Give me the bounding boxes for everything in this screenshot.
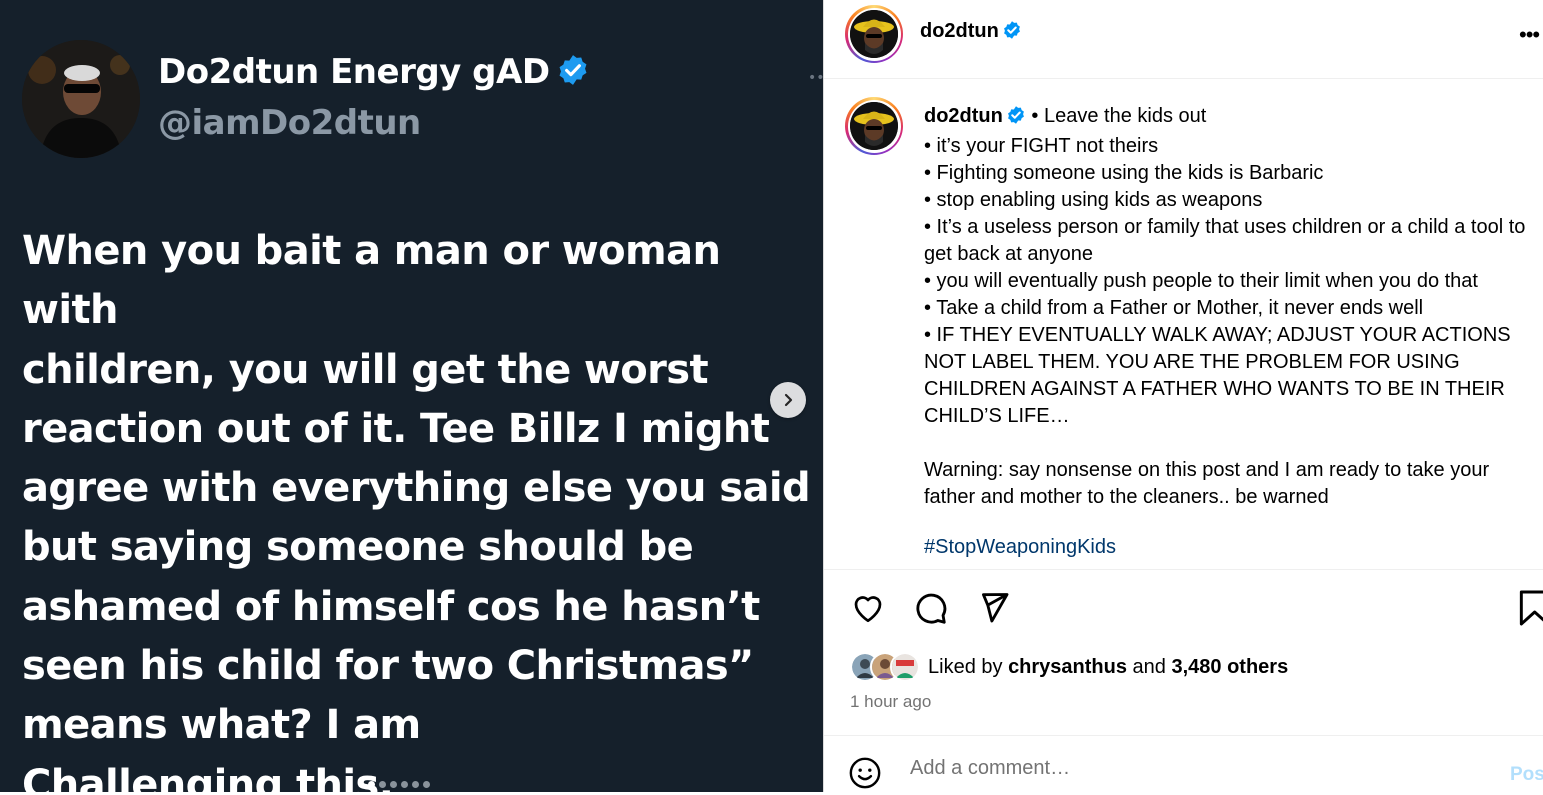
post-header: do2dtun ••• [824, 0, 1543, 79]
liked-by-user-link[interactable]: chrysanthus [1008, 656, 1127, 679]
post-media: Do2dtun Energy gAD @iamDo2dtun •• When y… [0, 0, 823, 792]
post-details-panel: do2dtun ••• do2dtun • Leave the kids out… [823, 0, 1543, 792]
carousel-dot [423, 781, 430, 788]
share-icon [982, 593, 1009, 623]
comment-composer: Post [824, 735, 1543, 793]
caption-username[interactable]: do2dtun [924, 105, 1003, 127]
likes-joiner: and [1127, 655, 1172, 678]
likes-prefix: Liked by [928, 655, 1009, 678]
liker-avatar [890, 652, 920, 682]
media-overflow-dots: •• [808, 70, 823, 86]
tweet-avatar [22, 40, 140, 158]
comment-icon [916, 593, 947, 624]
tweet-handle: @iamDo2dtun [158, 103, 421, 143]
carousel-next-button[interactable] [770, 382, 806, 418]
carousel-indicator [368, 781, 430, 788]
like-button[interactable] [848, 588, 888, 628]
carousel-dot [368, 781, 375, 788]
hashtag-link[interactable]: #StopWeaponingKids [924, 536, 1116, 559]
carousel-dot [379, 781, 386, 788]
post-actions [848, 588, 1012, 628]
carousel-dot [412, 781, 419, 788]
header-avatar[interactable] [845, 5, 903, 63]
verified-badge-icon [1002, 20, 1022, 46]
post-timestamp[interactable]: 1 hour ago [850, 692, 931, 712]
chevron-right-icon [784, 393, 793, 407]
post-caption: do2dtun • Leave the kids out • it’s your… [924, 103, 1534, 511]
verified-badge-icon [556, 53, 590, 96]
emoji-button[interactable] [848, 756, 882, 795]
header-username[interactable]: do2dtun [920, 20, 1022, 46]
post-comment-button[interactable]: Post [1510, 764, 1543, 786]
likes-summary: Liked by chrysanthus and 3,480 others [850, 652, 1288, 682]
verified-badge-icon [1006, 105, 1026, 133]
bookmark-icon [1519, 590, 1543, 626]
comment-button[interactable] [910, 588, 950, 628]
caption-avatar[interactable] [845, 97, 903, 155]
divider [824, 569, 1543, 570]
heart-icon [854, 596, 882, 623]
emoji-icon [849, 757, 881, 789]
share-button[interactable] [972, 588, 1012, 628]
caption-text: • Leave the kids out • it’s your FIGHT n… [924, 105, 1526, 508]
more-icon[interactable]: ••• [1519, 22, 1540, 48]
likes-count-link[interactable]: 3,480 others [1171, 656, 1288, 679]
carousel-dot [401, 781, 408, 788]
save-button[interactable] [1516, 588, 1543, 633]
comment-input[interactable] [908, 756, 1472, 781]
liker-avatars[interactable] [850, 652, 920, 682]
carousel-dot [390, 781, 397, 788]
tweet-text: When you bait a man or woman with childr… [22, 228, 811, 792]
tweet-display-name: Do2dtun Energy gAD [158, 52, 590, 96]
